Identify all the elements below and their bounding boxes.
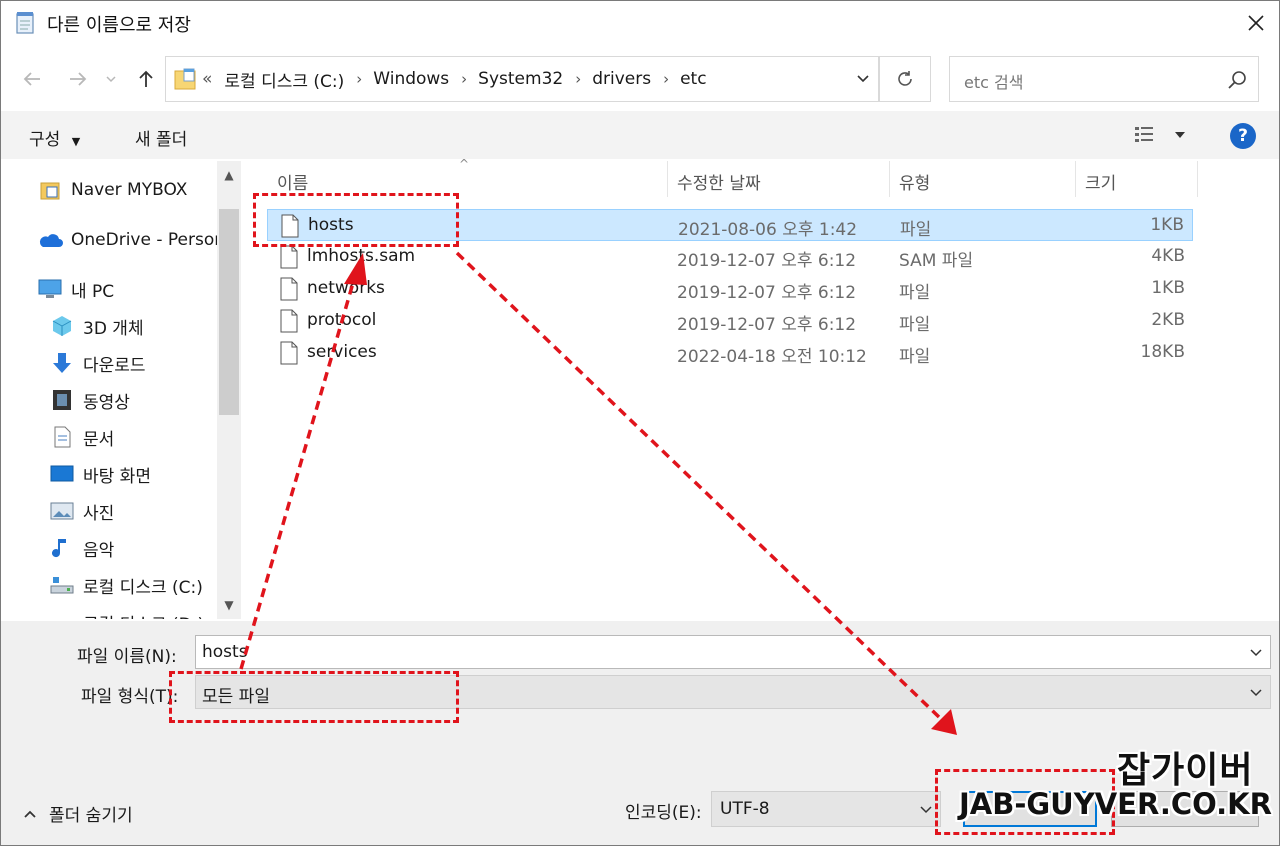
save-as-dialog: 다른 이름으로 저장 « 로컬 디스크 (C:) › Windows › Sys… — [0, 0, 1280, 846]
watermark-korean: 잡가이버 — [1117, 750, 1254, 791]
watermark-url: JAB-GUYVER.CO.KR — [959, 787, 1272, 821]
annotation-arrows — [239, 251, 957, 735]
